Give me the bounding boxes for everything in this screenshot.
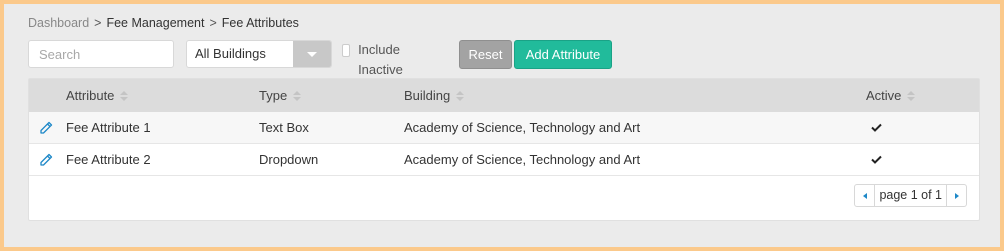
- table-header: Attribute Type Building Active: [29, 79, 979, 112]
- column-header-attribute[interactable]: Attribute: [66, 79, 129, 112]
- column-header-label: Building: [404, 88, 451, 103]
- checkmark-icon: [871, 123, 882, 132]
- prev-page-button[interactable]: [855, 185, 876, 206]
- breadcrumb-separator: >: [94, 16, 102, 30]
- table-row: Fee Attribute 2 Dropdown Academy of Scie…: [29, 144, 979, 176]
- next-page-button[interactable]: [946, 185, 966, 206]
- breadcrumb-separator: >: [209, 16, 217, 30]
- checkmark-icon: [871, 155, 882, 164]
- column-header-label: Active: [866, 88, 902, 103]
- search-input[interactable]: [28, 40, 174, 68]
- include-inactive-checkbox[interactable]: [342, 44, 351, 57]
- add-attribute-button[interactable]: Add Attribute: [514, 40, 612, 69]
- pagination: page 1 of 1: [854, 184, 967, 207]
- building-select-value: All Buildings: [195, 46, 266, 61]
- page-frame: Dashboard > Fee Management > Fee Attributes …: [4, 4, 1000, 247]
- reset-button[interactable]: Reset: [459, 40, 512, 69]
- breadcrumb-dashboard[interactable]: Dashboard: [28, 16, 89, 30]
- attribute-cell: Fee Attribute 2: [66, 152, 151, 167]
- building-cell: Academy of Science, Technology and Art: [404, 120, 641, 135]
- column-header-building[interactable]: Building: [404, 79, 465, 112]
- sort-icon: [120, 90, 129, 101]
- breadcrumb-fee-management[interactable]: Fee Management: [106, 16, 204, 30]
- sort-icon: [907, 90, 916, 101]
- breadcrumb: Dashboard > Fee Management > Fee Attributes: [28, 16, 299, 30]
- chevron-right-icon: [954, 192, 959, 199]
- chevron-down-icon: [307, 51, 317, 57]
- breadcrumb-fee-attributes: Fee Attributes: [221, 16, 299, 30]
- table-row: Fee Attribute 1 Text Box Academy of Scie…: [29, 112, 979, 144]
- include-inactive-label: Include Inactive: [358, 42, 403, 77]
- building-cell: Academy of Science, Technology and Art: [404, 152, 641, 167]
- attribute-cell: Fee Attribute 1: [66, 120, 151, 135]
- column-header-label: Attribute: [66, 88, 115, 103]
- type-cell: Text Box: [259, 120, 309, 135]
- include-inactive-toggle[interactable]: Include Inactive: [342, 40, 408, 77]
- column-header-active[interactable]: Active: [866, 79, 916, 112]
- pencil-icon[interactable]: [38, 120, 54, 136]
- sort-icon: [293, 90, 302, 101]
- attributes-table: Attribute Type Building Active Fee Attri…: [28, 78, 980, 221]
- page-indicator: page 1 of 1: [879, 188, 942, 202]
- select-toggle[interactable]: [293, 41, 331, 67]
- pencil-icon[interactable]: [38, 152, 54, 168]
- chevron-left-icon: [862, 192, 867, 199]
- column-header-type[interactable]: Type: [259, 79, 302, 112]
- sort-icon: [456, 90, 465, 101]
- column-header-label: Type: [259, 88, 288, 103]
- building-select[interactable]: All Buildings: [186, 40, 332, 68]
- type-cell: Dropdown: [259, 152, 319, 167]
